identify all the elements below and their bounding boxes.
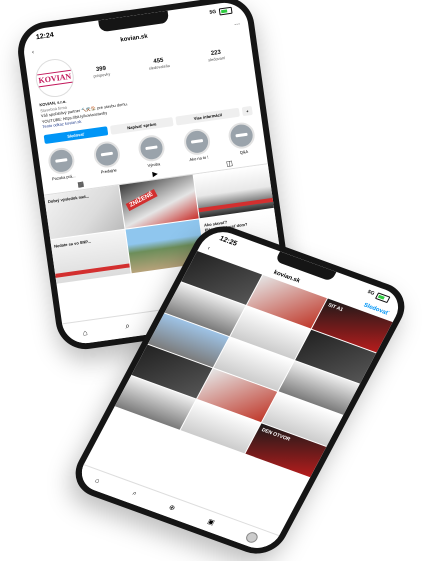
home-icon[interactable]: ⌂ [94,477,101,485]
battery-icon [375,291,391,303]
reels-tab-icon[interactable]: ▶ [152,169,158,178]
highlight-item[interactable]: Výroba [136,133,168,169]
highlight-item[interactable]: Ako na to ! [181,126,213,163]
back-arrow-icon[interactable]: ‹ [32,50,35,56]
post-tile[interactable]: Nedate sa vo SNP... [50,229,131,284]
status-time: 12:25 [218,234,239,248]
stat-posts[interactable]: 399 príspevky [92,65,111,79]
status-time: 12:24 [35,31,55,41]
home-icon[interactable]: ⌂ [82,327,88,337]
suggest-button[interactable]: + [241,105,253,116]
post-accent-bar [54,263,130,278]
battery-icon [218,6,233,15]
grid-icon[interactable]: ▦ [77,180,85,189]
stat-following-label: sledovaní [207,54,226,62]
network-label: 5G [366,289,376,297]
search-icon[interactable]: ⌕ [125,321,131,332]
tagged-icon[interactable]: ◫ [226,159,234,168]
back-arrow-icon[interactable]: ‹ [206,246,211,252]
highlight-cover [226,120,257,150]
highlight-item[interactable]: Pozuka prá... [46,145,78,182]
profile-username: kovian.sk [120,33,149,44]
status-indicators: 5G [209,6,233,16]
stat-following[interactable]: 223 sledovaní [207,49,226,62]
bottom-nav: ⌂ ⌕ ⊕ ▣ [74,464,280,554]
highlight-cover [136,133,167,163]
highlight-item[interactable]: Q&A [226,120,258,156]
search-icon[interactable]: ⌕ [131,490,138,498]
add-icon[interactable]: ⊕ [167,503,176,512]
discount-stamp: ZNÍŽENÉ [125,188,157,211]
reels-icon[interactable]: ▣ [206,517,216,527]
highlight-cover [91,139,122,169]
logo-text: KOVIAN [36,69,73,87]
more-icon[interactable]: ⋯ [234,20,241,28]
stat-posts-label: príspevky [92,70,111,79]
stat-followers[interactable]: 455 sledovatelia [148,56,170,70]
highlight-item[interactable]: Predajne [91,139,123,175]
highlight-cover [46,145,77,176]
profile-avatar[interactable]: KOVIAN [33,56,77,100]
profile-icon[interactable] [244,530,261,544]
network-label: 5G [209,8,217,16]
highlight-cover [181,126,212,157]
